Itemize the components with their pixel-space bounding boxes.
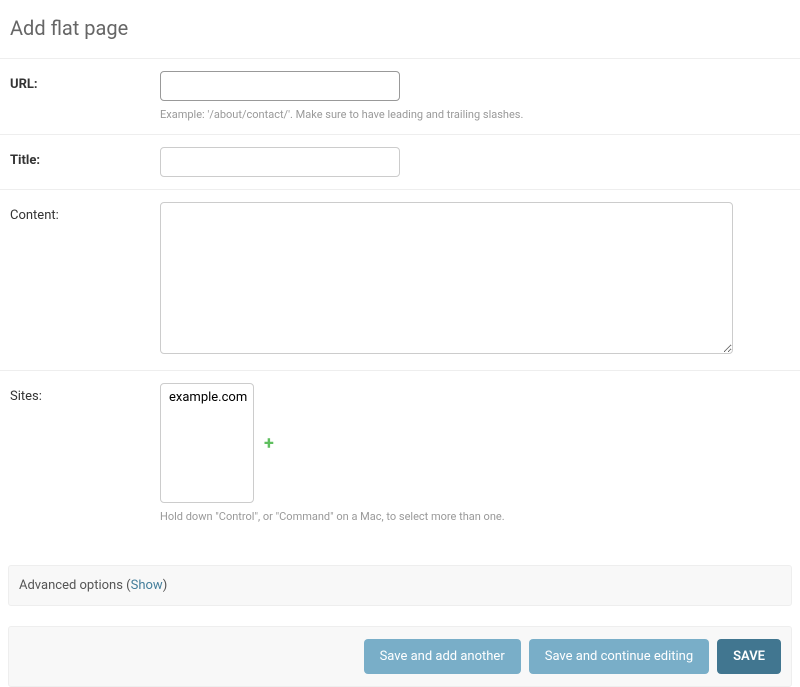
content-label: Content: xyxy=(10,202,160,223)
sites-select[interactable]: example.com xyxy=(160,383,254,503)
advanced-label-prefix: Advanced options ( xyxy=(19,578,131,593)
url-field-wrapper: Example: '/about/contact/'. Make sure to… xyxy=(160,71,790,122)
content-field-wrapper xyxy=(160,202,790,358)
title-field-wrapper xyxy=(160,147,790,177)
sites-row: Sites: example.com + Hold down "Control"… xyxy=(0,370,800,536)
save-continue-button[interactable]: Save and continue editing xyxy=(529,639,709,674)
sites-option[interactable]: example.com xyxy=(163,386,251,409)
save-add-another-button[interactable]: Save and add another xyxy=(364,639,521,674)
url-label: URL: xyxy=(10,71,160,92)
add-site-icon[interactable]: + xyxy=(264,433,274,454)
url-row: URL: Example: '/about/contact/'. Make su… xyxy=(0,58,800,134)
url-input[interactable] xyxy=(160,71,400,101)
advanced-label-suffix: ) xyxy=(163,578,168,593)
save-button[interactable]: SAVE xyxy=(717,639,781,674)
content-textarea[interactable] xyxy=(160,202,733,354)
sites-select-wrapper: example.com + xyxy=(160,383,790,503)
submit-row: Save and add another Save and continue e… xyxy=(8,626,792,687)
title-row: Title: xyxy=(0,134,800,189)
advanced-options-section: Advanced options (Show) xyxy=(8,565,792,606)
sites-help-text: Hold down "Control", or "Command" on a M… xyxy=(160,509,790,524)
page-title: Add flat page xyxy=(0,0,800,58)
sites-label: Sites: xyxy=(10,383,160,404)
title-input[interactable] xyxy=(160,147,400,177)
content-row: Content: xyxy=(0,189,800,370)
advanced-show-link[interactable]: Show xyxy=(131,578,163,593)
title-label: Title: xyxy=(10,147,160,168)
url-help-text: Example: '/about/contact/'. Make sure to… xyxy=(160,107,790,122)
sites-field-wrapper: example.com + Hold down "Control", or "C… xyxy=(160,383,790,524)
